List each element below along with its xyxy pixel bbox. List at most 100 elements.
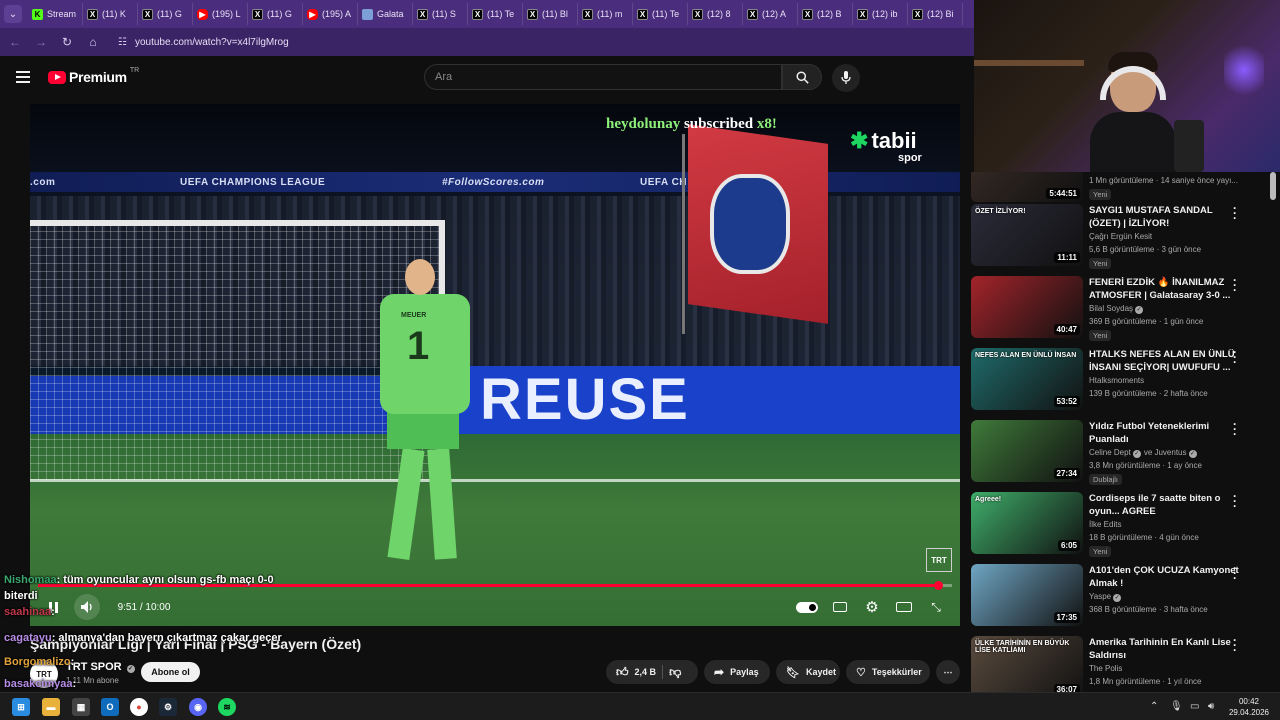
browser-tab[interactable]: X (11) S [413,3,468,25]
back-arrow-icon[interactable]: ← [8,35,22,49]
progress-bar[interactable] [38,581,952,590]
more-vertical-icon[interactable]: · · · [1230,562,1240,584]
browser-tab[interactable]: X (12) Bi [908,3,963,25]
video-channel[interactable]: Çağrı Ergün Kesit [1089,232,1152,241]
video-player[interactable]: .com UEFA CHAMPIONS LEAGUE #FollowScores… [30,104,960,626]
outlook-icon[interactable]: O [101,698,119,716]
discord-icon[interactable]: ◉ [189,698,207,716]
browser-tab[interactable]: Galata [358,3,413,25]
volume-button[interactable] [74,594,100,620]
video-thumbnail[interactable]: NEFES ALAN EN ÜNLÜ İNSAN 53:52 [971,348,1083,410]
more-vertical-icon[interactable]: · · · [1230,202,1240,224]
video-channel[interactable]: Htalksmoments [1089,376,1144,385]
video-channel[interactable]: The Polis [1089,664,1122,673]
channel-name[interactable]: TRT SPOR ✓ [66,661,135,673]
recommended-video[interactable]: NEFES ALAN EN ÜNLÜ İNSAN 53:52 HTALKS NEFE… [970,346,1266,416]
browser-tab[interactable]: ▶ (195) A [303,3,358,25]
video-title[interactable]: FENERİ EZDİK 🔥 İNANILMAZ ATMOSFER | Gala… [1089,276,1239,302]
subscribe-button[interactable]: Abone ol [141,662,200,682]
browser-tab[interactable]: K Stream [28,3,83,25]
spotify-icon[interactable]: ≋ [218,698,236,716]
video-thumbnail[interactable]: 5:44:51 [971,172,1083,202]
home-icon[interactable]: ⌂ [86,35,100,49]
video-channel[interactable]: Celine Dept ✓ ve Juventus ✓ [1089,448,1197,458]
video-title[interactable]: Cordiseps ile 7 saatte biten o oyun... A… [1089,492,1239,518]
video-channel[interactable]: İlke Edits [1089,520,1121,529]
tray-network-icon[interactable]: ▭ [1190,701,1199,712]
more-vertical-icon[interactable]: · · · [1230,346,1240,368]
video-thumbnail[interactable]: ÜLKE TARİHİNİN EN BÜYÜK LİSE KATLİAMI 36:… [971,636,1083,692]
tray-volume-icon[interactable]: 🔊︎ [1208,701,1214,712]
video-title[interactable]: Yıldız Futbol Yeteneklerimi Puanladı [1089,420,1239,446]
video-thumbnail[interactable]: Agreee! 6:05 [971,492,1083,554]
video-title[interactable]: A101'den ÇOK UCUZA Kamyonet Almak ! [1089,564,1239,590]
video-thumbnail[interactable]: 40:47 [971,276,1083,338]
browser-tab[interactable]: X (12) 8 [688,3,743,25]
browser-tab[interactable]: X (12) ib [853,3,908,25]
browser-tab[interactable]: X (12) A [743,3,798,25]
store-icon[interactable]: ▦ [72,698,90,716]
menu-icon[interactable] [16,71,30,83]
video-title[interactable]: HTALKS NEFES ALAN EN ÜNLÜ İNSANI SEÇİYOR… [1089,348,1239,374]
video-thumbnail[interactable]: 17:35 [971,564,1083,626]
more-vertical-icon[interactable]: · · · [1230,490,1240,512]
steam-icon[interactable]: ⚙ [159,698,177,716]
video-thumbnail[interactable]: ÖZET İZLİYOR! 11:11 [971,204,1083,266]
chrome-icon[interactable]: ● [130,698,148,716]
recommended-video[interactable]: 5:44:51 1 Mn görüntüleme · 14 saniye önce… [970,172,1266,208]
tray-chevron-icon[interactable]: ⌃ [1150,701,1158,712]
thanks-button[interactable]: ♡ Teşekkürler [846,660,930,684]
address-bar[interactable]: ☷ youtube.com/watch?v=x4l7ilgMrog [112,31,289,53]
recommended-video[interactable]: Agreee! 6:05 Cordiseps ile 7 saatte biten … [970,490,1266,560]
video-title[interactable]: SAYGI1 MUSTAFA SANDAL (ÖZET) | İZLİYOR! [1089,204,1239,230]
search-button[interactable] [782,64,822,90]
browser-tab[interactable]: X (12) B [798,3,853,25]
file-explorer-icon[interactable]: ▬ [42,698,60,716]
like-icon[interactable]: 👍︎ [616,665,629,680]
video-channel[interactable]: Yaspe ✓ [1089,592,1122,602]
browser-tab[interactable]: X (11) Bl [523,3,578,25]
voice-search-button[interactable] [832,64,860,92]
share-button[interactable]: ➦ Paylaş [704,660,770,684]
video-channel[interactable]: Bilal Soydaş ✓ [1089,304,1144,314]
dislike-icon[interactable]: 👎︎ [669,665,681,680]
recommended-video[interactable]: 27:34 Yıldız Futbol Yeteneklerimi Puanlad… [970,418,1266,488]
save-button[interactable]: 🔖︎ Kaydet [776,660,840,684]
browser-tab[interactable]: X (11) K [83,3,138,25]
scrollbar[interactable] [1270,172,1276,200]
forward-arrow-icon[interactable]: → [34,35,48,49]
browser-tab[interactable]: X (11) Te [468,3,523,25]
browser-tab[interactable]: X (11) Te [633,3,688,25]
recommended-video[interactable]: ÖZET İZLİYOR! 11:11 SAYGI1 MUSTAFA SANDAL … [970,202,1266,272]
more-vertical-icon[interactable]: · · · [1230,634,1240,656]
settings-gear-icon[interactable]: ⚙ [862,596,882,618]
recommended-video[interactable]: 40:47 FENERİ EZDİK 🔥 İNANILMAZ ATMOSFER |… [970,274,1266,344]
site-info-icon[interactable]: ☷ [118,37,127,48]
more-vertical-icon[interactable]: · · · [1230,418,1240,440]
fullscreen-icon[interactable]: ⤡ [926,596,946,618]
browser-tab[interactable]: ▶ (195) L [193,3,248,25]
like-count[interactable]: 2,4 B [635,667,657,677]
reload-icon[interactable]: ↻ [60,35,74,49]
tab-search-chevron-icon[interactable]: ⌄ [4,5,22,23]
browser-tab[interactable]: X (11) G [138,3,193,25]
youtube-logo[interactable]: Premium TR [48,67,139,85]
pause-button[interactable] [42,596,64,618]
search-input[interactable]: Ara [424,64,782,90]
autoplay-toggle[interactable] [794,596,820,618]
x-icon: X [417,8,428,20]
recommended-video[interactable]: 17:35 A101'den ÇOK UCUZA Kamyonet Almak !… [970,562,1266,632]
system-clock[interactable]: 00:42 29.04.2026 [1226,696,1272,718]
channel-avatar[interactable]: TRT [30,660,58,688]
windows-start-icon[interactable]: ⊞ [12,698,30,716]
video-title[interactable]: Amerika Tarihinin En Kanlı Lise Saldırıs… [1089,636,1239,662]
browser-tab[interactable]: X (11) m [578,3,633,25]
tray-mic-icon[interactable]: 🎙︎ [1170,701,1183,712]
theater-mode-icon[interactable] [894,596,914,618]
browser-tab[interactable]: X (11) G [248,3,303,25]
subtitles-icon[interactable] [830,596,850,618]
more-vertical-icon[interactable]: · · · [1230,274,1240,296]
video-thumbnail[interactable]: 27:34 [971,420,1083,482]
more-actions-button[interactable]: ⋯ [936,660,960,684]
recommended-video[interactable]: ÜLKE TARİHİNİN EN BÜYÜK LİSE KATLİAMI 36:… [970,634,1266,692]
